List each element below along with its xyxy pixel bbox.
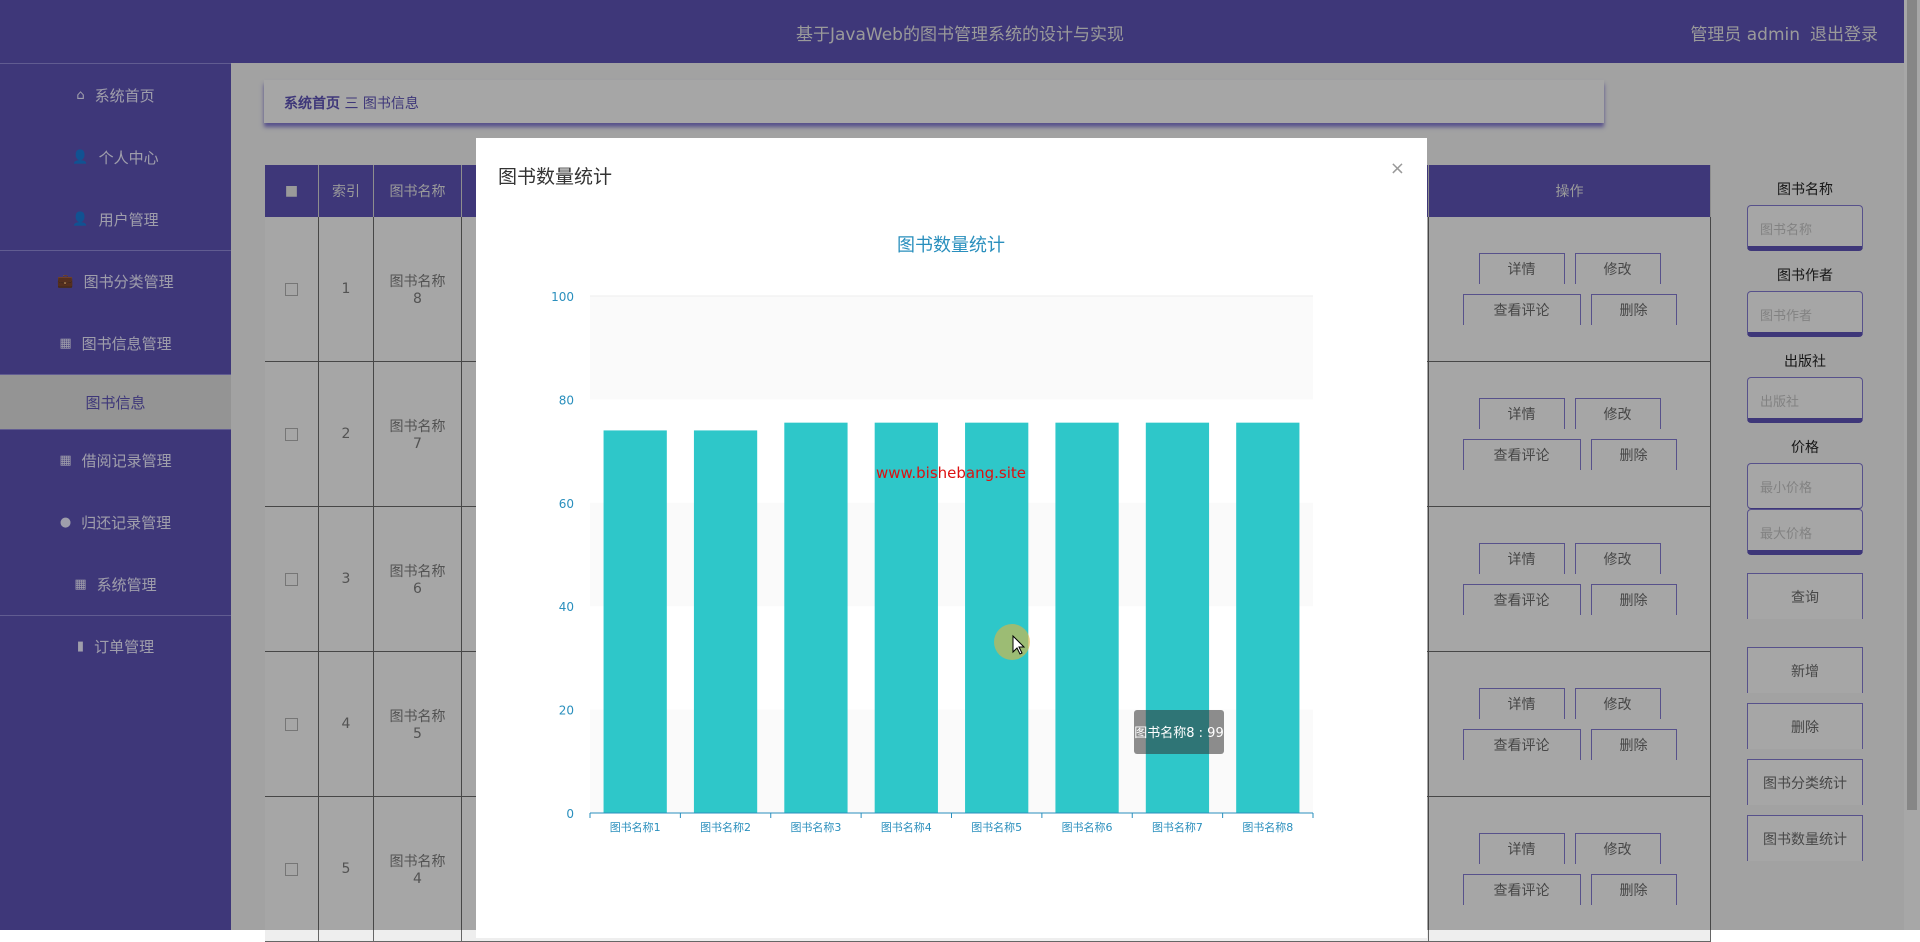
bar: [693, 430, 758, 813]
x-tick-label: 图书名称6: [1062, 820, 1113, 834]
x-tick-label: 图书名称7: [1152, 820, 1203, 834]
stats-modal: 图书数量统计 × 图书数量统计 0 20 40 60 80 100 图书名称1 图书名称2 图书名…: [476, 138, 1427, 938]
watermark: www.bishebang.site: [876, 464, 1026, 482]
grid-band: [590, 296, 1313, 400]
y-tick-label: 40: [559, 600, 574, 614]
x-tick-label: 图书名称4: [881, 820, 932, 834]
x-tick-label: 图书名称2: [700, 820, 751, 834]
bar: [1145, 422, 1210, 813]
x-tick-label: 图书名称1: [610, 820, 661, 834]
x-tick-label: 图书名称8: [1242, 820, 1293, 834]
y-tick-label: 60: [559, 497, 574, 511]
tooltip-text: 图书名称8 : 99: [1134, 725, 1223, 741]
x-tick-label: 图书名称3: [790, 820, 841, 834]
x-tick-label: 图书名称5: [971, 820, 1022, 834]
chart-title: 图书数量统计: [897, 235, 1005, 256]
cursor-highlight: [994, 624, 1030, 660]
bar: [1236, 422, 1300, 813]
bar: [1055, 422, 1119, 813]
y-tick-label: 100: [551, 290, 574, 304]
y-tick-label: 80: [559, 393, 574, 407]
bar-chart: 图书数量统计 0 20 40 60 80 100 图书名称1 图书名称2 图书名称3 图书名称4 图书…: [551, 235, 1314, 834]
bar: [603, 430, 667, 813]
bar: [784, 422, 848, 813]
y-tick-label: 0: [566, 807, 574, 821]
y-tick-label: 20: [559, 704, 574, 718]
